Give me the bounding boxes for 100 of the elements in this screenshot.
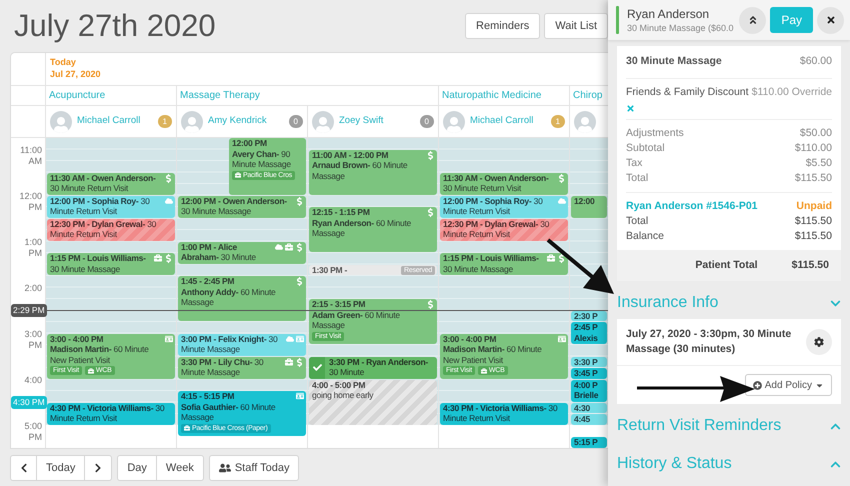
appointment-time: 3:00 - 4:00 PM xyxy=(50,334,104,344)
period-label: PM xyxy=(28,338,42,352)
chevron-down-icon xyxy=(830,298,841,309)
discipline-header: Massage Therapy xyxy=(180,89,260,103)
appointment-details: 12:00 PM - Owen Anderson- 30 Minute Massage xyxy=(181,196,288,216)
chevron-up-icon xyxy=(830,420,841,432)
close-button[interactable] xyxy=(817,6,844,34)
item-amount: $60.00 xyxy=(800,54,832,69)
appointment-time: 3:45 P xyxy=(574,368,598,378)
page-title: July 27th 2020 xyxy=(14,6,216,45)
appointment-details: 3:00 PM - Felix Knight- 30 Minute Massage xyxy=(181,334,278,354)
appointment-time: 4:45 xyxy=(574,414,590,424)
chevron-right-icon xyxy=(93,463,104,473)
appointment-details: 11:30 AM - Owen Anderson- 30 Minute Return Visit xyxy=(50,172,157,194)
payment-status: Unpaid xyxy=(796,198,832,214)
appointment-time: 3:30 P xyxy=(574,356,598,367)
discipline-header: Naturopathic Medicine xyxy=(442,89,542,103)
appointment-block[interactable]: 1:00 PM - Alice Abraham- 30 Minute xyxy=(178,242,306,264)
today-label: Today xyxy=(50,57,77,68)
appointment-block[interactable]: 12:00 PM - Sophia Roy- 30 Minute Return Visit xyxy=(47,196,175,218)
summary-label: Subtotal xyxy=(626,140,665,156)
close-icon xyxy=(826,15,836,25)
appointment-block[interactable]: 3:30 P xyxy=(571,356,607,367)
discount-label: Friends & Family Discount xyxy=(626,84,749,100)
view-button[interactable]: Day xyxy=(118,456,156,480)
appointment-details: Sofia Gauthier- 60 Minute Massage xyxy=(181,402,276,422)
appointment-block[interactable]: 12:00 xyxy=(571,196,607,218)
appointment-details: 1:15 PM - Louis Williams- 30 Minute Massage xyxy=(443,253,540,274)
staff-today-button[interactable]: Staff Today xyxy=(208,455,300,481)
summary-label: Tax xyxy=(626,156,642,170)
appointment-block[interactable]: 4:45 xyxy=(571,414,607,424)
patient-total-amount: $115.50 xyxy=(792,258,829,272)
patient-name: Ryan Anderson xyxy=(627,6,710,22)
appointment-details: Anthony Addy- 60 Minute Massage xyxy=(181,286,277,308)
appointment-block[interactable]: 11:30 AM - Owen Anderson- 30 Minute Return Visit xyxy=(47,172,175,194)
appointment-block[interactable]: 3:00 PM - Felix Knight- 30 Minute Massage xyxy=(178,334,306,356)
appointment-details: 1:00 PM - Alice Abraham- 30 Minute xyxy=(181,242,257,262)
appointment-block[interactable]: 11:30 AM - Owen Anderson- 30 Minute Return Visit xyxy=(440,172,568,194)
appointment-block[interactable]: 3:30 PM - Lily Chu- 30 Minute Massage xyxy=(178,356,306,378)
appointment-block[interactable]: 1:15 PM - Louis Williams- 30 Minute Massage xyxy=(47,253,175,275)
header-button[interactable]: Wait List xyxy=(544,13,608,39)
appointment-time: 11:00 AM - 12:00 PM xyxy=(312,150,388,160)
hour-label: 4:00 xyxy=(24,374,42,384)
appointment-block[interactable]: 1:15 PM - Louis Williams- 30 Minute Massage xyxy=(440,253,568,275)
view-button[interactable]: Week xyxy=(156,456,203,480)
appointment-block[interactable]: 2:45 P Alexis xyxy=(571,322,607,344)
item-label: 30 Minute Massage xyxy=(626,54,722,69)
appointment-time: 2:30 P xyxy=(574,310,598,321)
summary-label: Adjustments xyxy=(626,126,684,140)
appointment-count: 1 xyxy=(158,115,172,128)
appointment-details: Ryan Anderson- 60 Minute Massage xyxy=(312,218,412,238)
appointment-details: going home early xyxy=(312,390,374,400)
appointment-block[interactable]: 4:30 xyxy=(571,402,607,413)
appointment-details: Adam Green- 60 Minute Massage xyxy=(312,310,401,330)
summary-amount: $5.50 xyxy=(806,156,832,170)
appointment-time: 12:15 - 1:15 PM xyxy=(312,207,370,218)
appointment-block[interactable]: 3:45 P xyxy=(571,368,607,378)
appointment-details: 1:15 PM - Louis Williams- 30 Minute Massage xyxy=(50,253,147,274)
appointment-details: 11:30 AM - Owen Anderson- 30 Minute Return Visit xyxy=(443,172,550,194)
summary-amount: $110.00 xyxy=(794,140,832,156)
settings-button[interactable] xyxy=(806,329,832,356)
appointment-block[interactable]: 3:30 PM - Ryan Anderson- 30 Minute xyxy=(309,356,437,378)
appointment-block[interactable]: 2:30 P xyxy=(571,310,607,321)
appointment-time: 1:30 PM - xyxy=(312,264,348,275)
avatar xyxy=(574,110,596,132)
appointment-block[interactable]: 4:00 - 5:00 PM going home early xyxy=(309,380,437,424)
appointment-count: 0 xyxy=(420,115,434,128)
payer-row-label: Balance xyxy=(626,228,664,244)
appointment-block[interactable]: 12:00 PM - Sophia Roy- 30 Minute Return Visit xyxy=(440,196,568,218)
payer-row-amount: $115.50 xyxy=(794,228,832,244)
briefcase-icon xyxy=(480,368,487,374)
payer-row-amount: $115.50 xyxy=(794,214,832,228)
appointment-details: 3:30 PM - Ryan Anderson- 30 Minute xyxy=(329,356,430,378)
collapse-button[interactable] xyxy=(739,6,766,34)
avatar xyxy=(443,110,465,132)
appointment-block[interactable]: 5:15 P xyxy=(571,437,607,448)
avatar xyxy=(312,110,334,132)
appointment-block[interactable]: 12:30 PM - Dylan Grewal- 30 Minute Return Visit xyxy=(47,218,175,240)
appointment-block[interactable]: 11:00 AM - 12:00 PM Arnaud Brown- 60 Minute Massage xyxy=(309,150,437,194)
appointment-details: Madison Martin- 60 Minute New Patient Visit xyxy=(443,344,543,365)
appointment-block[interactable]: 4:00 P Brielle xyxy=(571,380,607,402)
plus-icon xyxy=(752,380,762,390)
hour-label: 1:00 xyxy=(24,236,42,246)
appointment-details: Arnaud Brown- 60 Minute Massage xyxy=(312,160,408,181)
appointment-time: 4:00 P Brielle xyxy=(574,380,600,400)
hour-label: 12:00 xyxy=(19,190,42,200)
period-label: AM xyxy=(28,154,42,168)
appointment-block[interactable]: 12:15 - 1:15 PM Ryan Anderson- 60 Minute Massage xyxy=(309,207,437,252)
discipline-header: Acupuncture xyxy=(49,89,106,103)
period-label: PM xyxy=(28,246,42,260)
appointment-block[interactable]: 12:30 PM - Dylan Grewal- 30 Minute Return Visit xyxy=(440,218,568,240)
appointment-time: 4:00 - 5:00 PM xyxy=(312,380,366,390)
add-policy-button[interactable]: Add Policy xyxy=(744,374,832,396)
briefcase-icon xyxy=(88,368,94,374)
appointment-count: 1 xyxy=(550,115,565,128)
appointment-block[interactable]: 1:45 - 2:45 PM Anthony Addy- 60 Minute Massage xyxy=(178,276,306,321)
header-button[interactable]: Reminders xyxy=(465,13,540,39)
payer-row-label: Total xyxy=(626,214,648,228)
appointment-block[interactable]: 12:00 PM - Owen Anderson- 30 Minute Massage xyxy=(178,196,306,218)
hour-label: 3:00 xyxy=(24,328,42,338)
